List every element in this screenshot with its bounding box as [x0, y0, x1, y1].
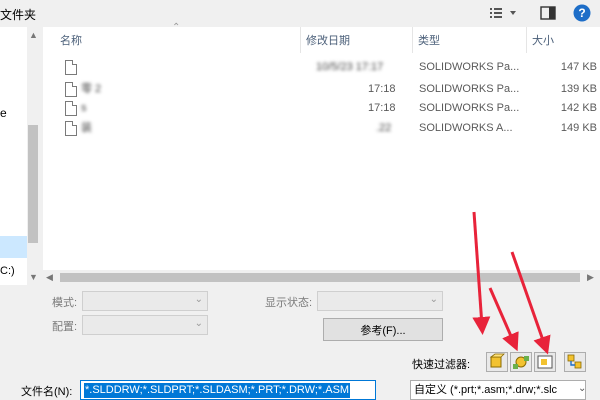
reference-button[interactable]: 参考(F)... [323, 318, 443, 341]
column-divider[interactable] [300, 27, 301, 53]
display-state-label: 显示状态: [265, 297, 313, 309]
filter-part-button[interactable] [486, 352, 508, 372]
file-name: 装 [81, 122, 92, 134]
config-dropdown[interactable]: ⌄ [82, 315, 208, 335]
filter-top-level-button[interactable] [564, 352, 586, 372]
display-state-dropdown[interactable]: ⌄ [317, 291, 443, 311]
file-size: 142 KB [560, 102, 597, 114]
chevron-down-icon: ⌄ [194, 294, 203, 305]
part-filter-icon [489, 353, 505, 368]
filename-input[interactable]: *.SLDDRW;*.SLDPRT;*.SLDASM;*.PRT;*.DRW;*… [80, 380, 376, 400]
preview-pane-icon [540, 6, 556, 20]
scroll-up-arrow-icon[interactable]: ▲ [29, 30, 38, 40]
nav-scrollbar-thumb[interactable] [28, 125, 38, 243]
filename-input-value: *.SLDDRW;*.SLDPRT;*.SLDASM;*.PRT;*.DRW;*… [84, 383, 351, 398]
chevron-down-icon: ⌄ [429, 294, 438, 305]
drawing-filter-icon [537, 355, 553, 369]
file-type: SOLIDWORKS Pa... [419, 61, 520, 73]
help-button[interactable]: ? [572, 3, 592, 23]
file-icon [65, 60, 77, 75]
file-row[interactable]: s 17:18 SOLIDWORKS Pa... 142 KB [43, 97, 600, 119]
config-label: 配置: [52, 321, 78, 333]
file-row[interactable]: 装 .22 SOLIDWORKS A... 149 KB [43, 117, 600, 139]
svg-text:?: ? [578, 6, 585, 20]
chevron-down-icon[interactable]: ⌄ [578, 383, 586, 394]
column-header-type[interactable]: 类型 [418, 27, 523, 53]
preview-pane-button[interactable] [538, 3, 558, 23]
filter-assembly-button[interactable] [510, 352, 532, 372]
scroll-left-arrow-icon[interactable]: ◀ [46, 272, 53, 283]
help-icon: ? [573, 4, 591, 22]
file-icon [65, 82, 77, 97]
file-name: s [81, 102, 87, 114]
quick-filter-label: 快速过滤器: [412, 359, 471, 371]
assembly-filter-icon [513, 356, 529, 369]
file-row[interactable]: 10/5/23 17:17 SOLIDWORKS Pa... 147 KB [43, 56, 600, 78]
top-level-filter-icon [567, 354, 582, 369]
sort-up-icon: ⌃ [172, 22, 181, 33]
column-divider[interactable] [526, 27, 527, 53]
filename-label: 文件名(N): [21, 386, 73, 398]
chevron-down-icon: ⌄ [194, 318, 203, 329]
nav-item-drive-c[interactable]: C:) [0, 265, 15, 277]
file-size: 147 KB [560, 61, 597, 73]
view-options-button[interactable] [488, 3, 518, 23]
file-icon [65, 121, 77, 136]
scroll-down-arrow-icon[interactable]: ▼ [29, 272, 38, 282]
file-name [81, 56, 281, 78]
view-list-icon [490, 8, 516, 18]
scroll-right-arrow-icon[interactable]: ▶ [587, 272, 594, 283]
file-type: SOLIDWORKS A... [419, 122, 513, 134]
column-header-date[interactable]: 修改日期 [306, 27, 411, 53]
file-date: 10/5/23 17:17 [316, 61, 384, 73]
red-arrow [488, 287, 519, 352]
filter-drawing-button[interactable] [534, 352, 556, 372]
mode-label: 模式: [52, 297, 78, 309]
column-header-size[interactable]: 大小 [532, 27, 592, 53]
file-size: 149 KB [560, 122, 597, 134]
new-folder-button[interactable]: 文件夹 [0, 6, 36, 23]
column-divider[interactable] [412, 27, 413, 53]
mode-dropdown[interactable]: ⌄ [82, 291, 208, 311]
nav-item[interactable]: e [0, 106, 7, 120]
file-icon [65, 101, 77, 116]
file-list-hscrollbar-thumb[interactable] [60, 273, 580, 282]
file-type-filter-select[interactable]: 自定义 (*.prt;*.asm;*.drw;*.slc [410, 380, 586, 400]
file-type: SOLIDWORKS Pa... [419, 102, 520, 114]
